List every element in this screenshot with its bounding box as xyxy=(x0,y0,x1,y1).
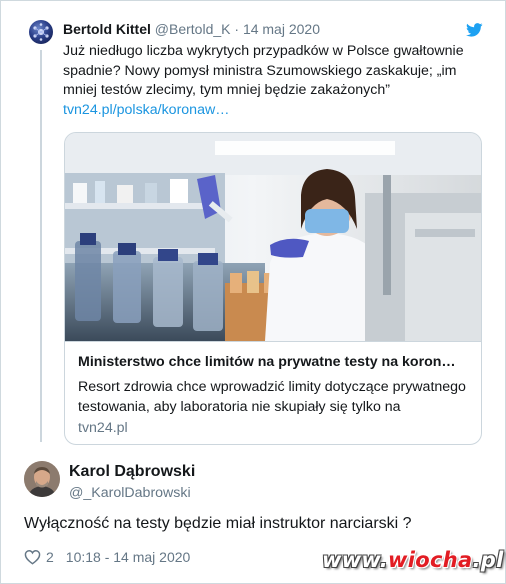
watermark-prefix: www. xyxy=(322,548,389,572)
tweet-link[interactable]: tvn24.pl/polska/koronaw… xyxy=(63,102,229,118)
site-watermark: www.wiocha.pl xyxy=(322,543,503,577)
tweet-timestamp[interactable]: 10:18 - 14 maj 2020 xyxy=(66,549,191,565)
date-separator: · xyxy=(234,21,240,37)
quoted-tweet-text: Już niedługo liczba wykrytych przypadków… xyxy=(63,42,487,120)
reply-author-handle[interactable]: @_KarolDabrowski xyxy=(69,485,191,501)
card-title[interactable]: Ministerstwo chce limitów na prywatne te… xyxy=(78,354,478,370)
card-domain: tvn24.pl xyxy=(78,420,128,436)
link-preview-card[interactable]: Ministerstwo chce limitów na prywatne te… xyxy=(64,132,482,445)
quoted-author-handle[interactable]: @Bertold_K xyxy=(155,21,231,37)
card-image xyxy=(65,133,481,341)
twitter-bird-icon[interactable] xyxy=(466,23,483,37)
quoted-tweet-header: Bertold Kittel @Bertold_K · 14 maj 2020 xyxy=(63,21,320,37)
watermark-accent: wiocha xyxy=(388,548,473,572)
thread-connector-line xyxy=(40,50,42,442)
reply-tweet-text: Wyłączność na testy będzie miał instrukt… xyxy=(24,515,412,532)
card-text-area: Ministerstwo chce limitów na prywatne te… xyxy=(65,341,481,444)
reply-author-name[interactable]: Karol Dąbrowski xyxy=(69,463,195,481)
quoted-tweet-body: Już niedługo liczba wykrytych przypadków… xyxy=(63,43,464,98)
watermark-suffix: .pl xyxy=(472,548,504,572)
quoted-author-name[interactable]: Bertold Kittel xyxy=(63,21,151,37)
reply-author-avatar[interactable] xyxy=(24,461,60,497)
card-description: Resort zdrowia chce wprowadzić limity do… xyxy=(78,379,466,415)
like-count[interactable]: 2 xyxy=(46,549,54,565)
tweet-footer: 2 10:18 - 14 maj 2020 xyxy=(24,547,190,567)
quoted-author-avatar[interactable] xyxy=(29,20,53,44)
quoted-tweet-date[interactable]: 14 maj 2020 xyxy=(243,21,320,37)
heart-icon[interactable] xyxy=(24,549,41,565)
